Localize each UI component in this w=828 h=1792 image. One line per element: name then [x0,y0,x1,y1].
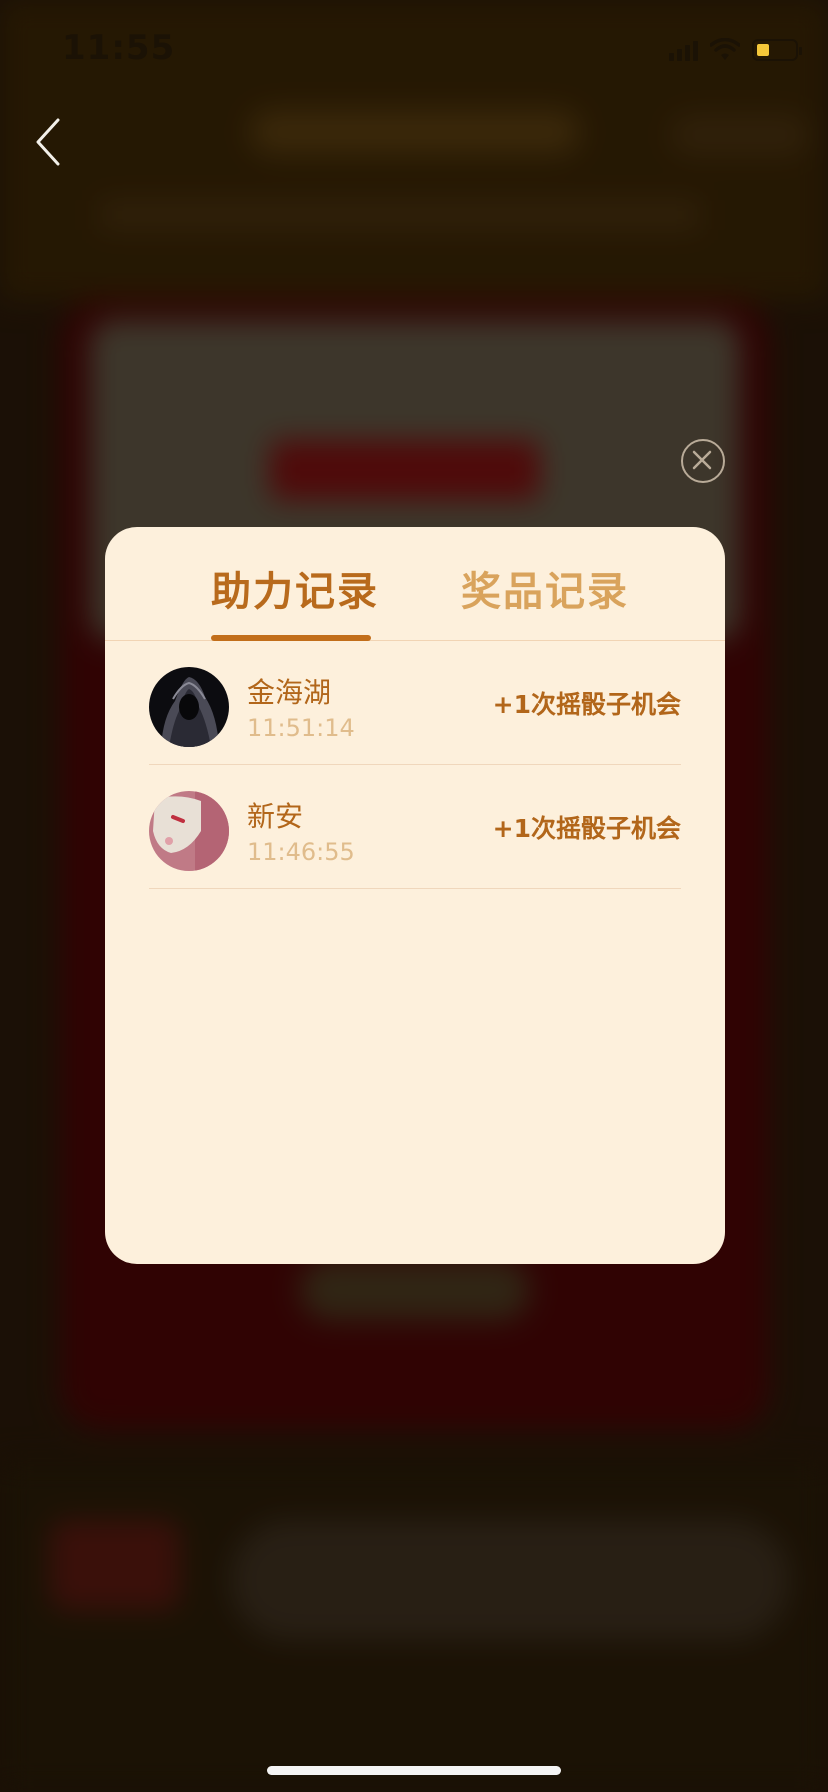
pink-cartoon-avatar-icon [149,791,229,871]
back-button[interactable] [28,112,68,172]
cellular-signal-icon [669,39,698,61]
status-time: 11:55 [62,28,176,68]
tab-prize-records[interactable]: 奖品记录 [461,559,629,617]
record-reward: +1次摇骰子机会 [492,814,681,843]
close-modal-button[interactable] [681,439,725,483]
assist-records-list: 金海湖 11:51:14 +1次摇骰子机会 新安 11:46:55 +1次摇骰子… [105,641,725,889]
hooded-figure-avatar-icon [149,667,229,747]
tab-bar: 助力记录 奖品记录 [105,527,725,641]
avatar [149,667,229,747]
record-reward: +1次摇骰子机会 [492,690,681,719]
wifi-icon [710,38,740,60]
record-name: 新安 [247,800,304,833]
home-indicator[interactable] [267,1766,561,1775]
avatar [149,791,229,871]
status-bar: 11:55 [0,0,828,100]
chevron-left-icon [36,118,60,166]
record-name: 金海湖 [247,676,332,709]
record-time: 11:46:55 [247,838,355,866]
close-icon [692,450,712,470]
battery-icon [752,39,802,61]
list-item: 新安 11:46:55 +1次摇骰子机会 [149,765,681,889]
status-icons [669,38,802,62]
records-modal: 助力记录 奖品记录 金海湖 11:51:14 +1次摇骰子机会 新安 11:46… [105,527,725,1264]
record-time: 11:51:14 [247,714,355,742]
list-item: 金海湖 11:51:14 +1次摇骰子机会 [149,641,681,765]
tab-assist-records[interactable]: 助力记录 [211,559,379,617]
